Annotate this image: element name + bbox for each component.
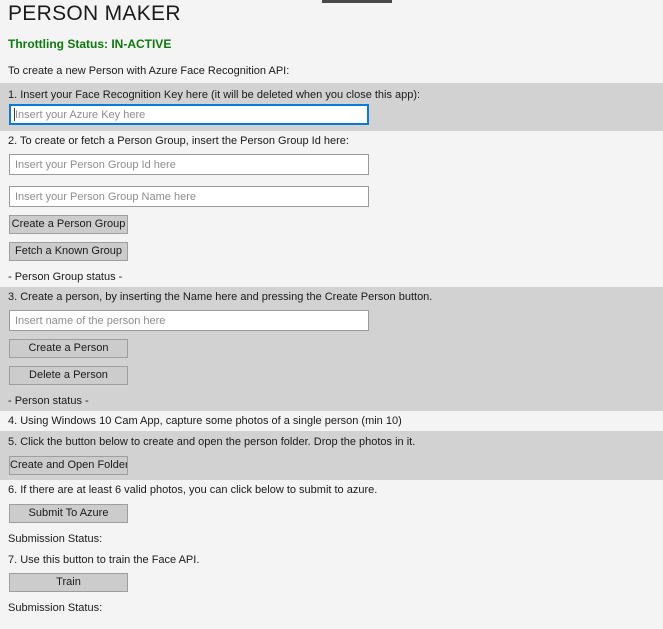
step-3-label: 3. Create a person, by inserting the Nam… (8, 291, 433, 303)
person-status: - Person status - (8, 395, 89, 407)
create-and-open-folder-button[interactable]: Create and Open Folder (9, 456, 128, 475)
person-maker-app: PERSON MAKER Throttling Status: IN-ACTIV… (0, 0, 663, 629)
train-button[interactable]: Train (9, 573, 128, 592)
person-name-input[interactable] (9, 310, 369, 331)
person-group-name-input[interactable] (9, 186, 369, 207)
step-5-label: 5. Click the button below to create and … (8, 436, 416, 448)
intro-text: To create a new Person with Azure Face R… (8, 65, 290, 77)
submission-status-2: Submission Status: (8, 602, 103, 614)
step-6-label: 6. If there are at least 6 valid photos,… (8, 484, 378, 496)
step-2-label: 2. To create or fetch a Person Group, in… (8, 135, 349, 147)
create-person-group-button[interactable]: Create a Person Group (9, 215, 128, 234)
create-person-button[interactable]: Create a Person (9, 339, 128, 358)
window-chrome-stub (322, 0, 392, 3)
page-title: PERSON MAKER (8, 2, 181, 25)
step-7-label: 7. Use this button to train the Face API… (8, 554, 200, 566)
submission-status-1: Submission Status: (8, 533, 103, 545)
fetch-known-group-button[interactable]: Fetch a Known Group (9, 242, 128, 261)
submit-to-azure-button[interactable]: Submit To Azure (9, 504, 128, 523)
delete-person-button[interactable]: Delete a Person (9, 366, 128, 385)
step-1-label: 1. Insert your Face Recognition Key here… (8, 89, 421, 101)
azure-key-input[interactable] (9, 104, 369, 125)
person-group-status: - Person Group status - (8, 271, 123, 283)
step-4-label: 4. Using Windows 10 Cam App, capture som… (8, 415, 402, 427)
text-caret (14, 108, 15, 121)
person-group-id-input[interactable] (9, 154, 369, 175)
throttling-status: Throttling Status: IN-ACTIVE (8, 37, 172, 51)
